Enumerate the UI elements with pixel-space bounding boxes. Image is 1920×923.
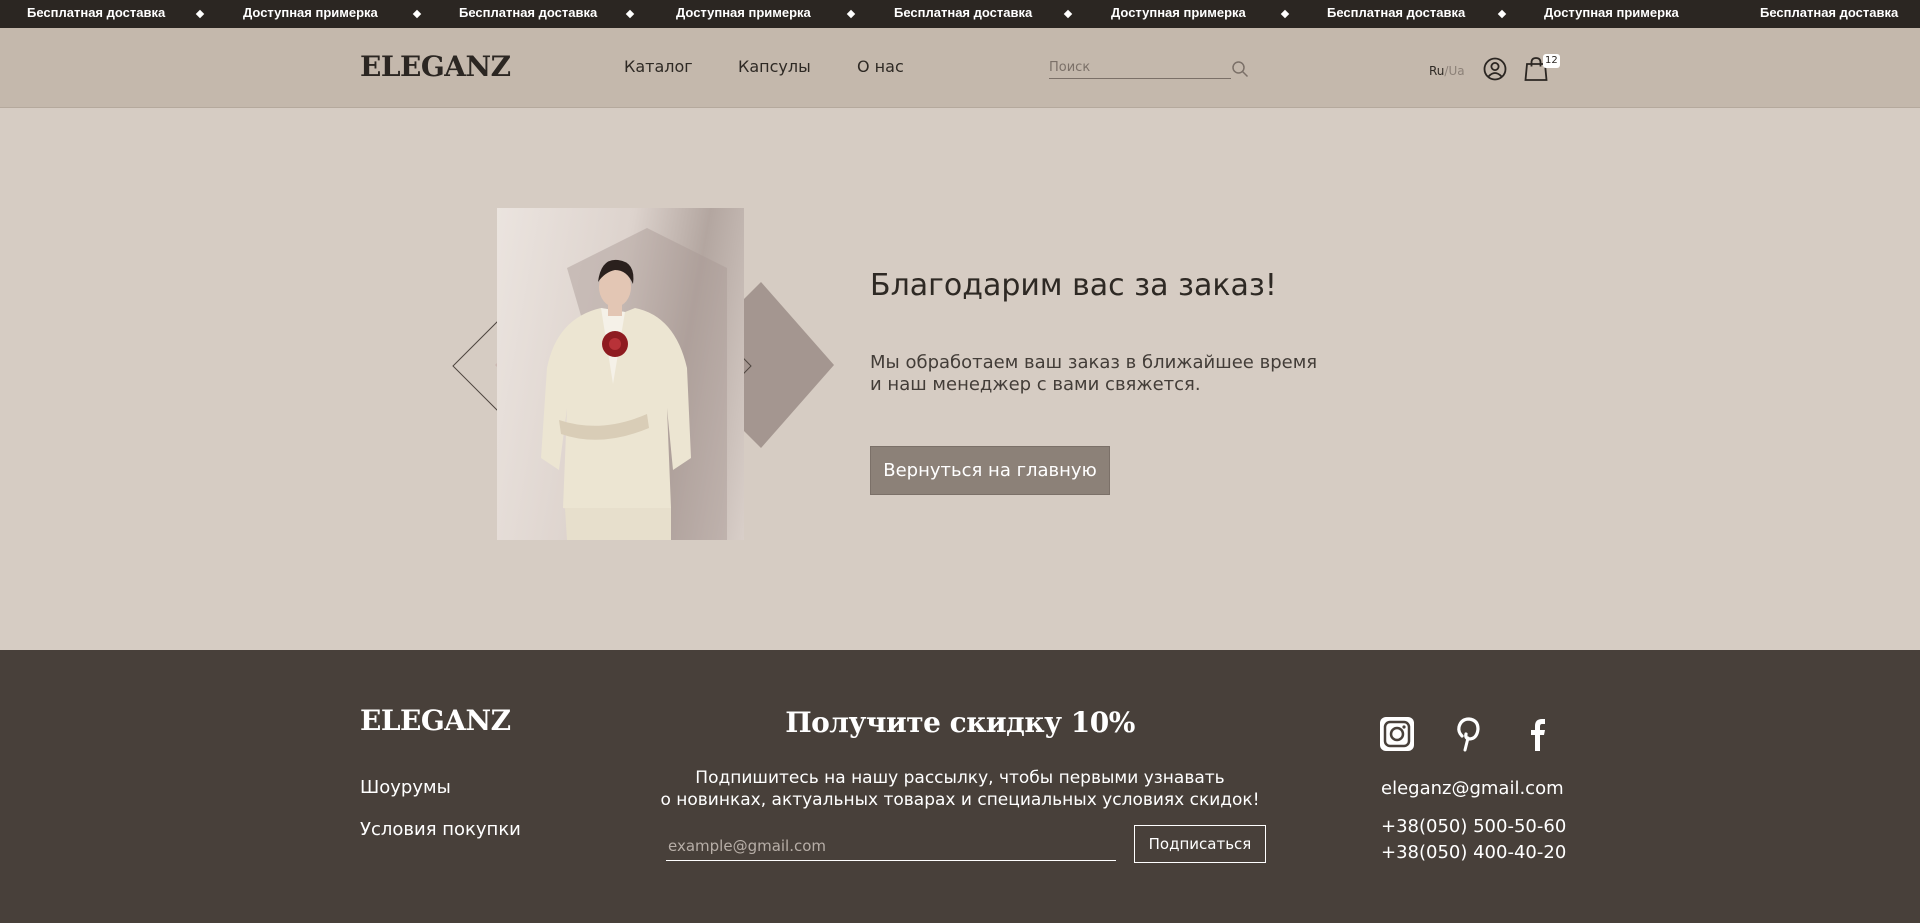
diamond-icon: [625, 9, 635, 19]
product-photo: [497, 208, 744, 540]
promo-item: Бесплатная доставка: [459, 5, 598, 20]
contact-phone[interactable]: +38(050) 400-40-20: [1381, 842, 1566, 863]
site-header: ELEGANZ Каталог Капсулы О нас Ru/Ua 12: [0, 28, 1920, 108]
diamond-icon: [1497, 9, 1507, 19]
promo-item: Бесплатная доставка: [27, 5, 166, 20]
language-switcher: Ru/Ua: [1429, 64, 1465, 78]
newsletter-title: Получите скидку 10%: [785, 706, 1135, 739]
facebook-icon[interactable]: [1520, 716, 1556, 752]
footer-logo[interactable]: ELEGANZ: [360, 704, 511, 737]
diamond-icon: [1063, 9, 1073, 19]
promo-bar: Бесплатная доставка Доступная примерка Б…: [0, 0, 1920, 28]
promo-item: Доступная примерка: [243, 5, 378, 20]
diamond-icon: [412, 9, 422, 19]
thank-you-message: Мы обработаем ваш заказ в ближайшее врем…: [870, 352, 1318, 395]
contact-email[interactable]: eleganz@gmail.com: [1381, 778, 1564, 799]
search-icon[interactable]: [1231, 60, 1249, 78]
nav-capsules[interactable]: Капсулы: [738, 57, 811, 76]
nav-about[interactable]: О нас: [857, 57, 904, 76]
back-to-home-button[interactable]: Вернуться на главную: [870, 446, 1110, 495]
newsletter-text: Подпишитесь на нашу рассылку, чтобы перв…: [660, 768, 1260, 810]
site-logo[interactable]: ELEGANZ: [360, 50, 511, 83]
contact-phone[interactable]: +38(050) 500-50-60: [1381, 816, 1566, 837]
cart-count-badge: 12: [1543, 54, 1560, 68]
promo-item: Доступная примерка: [676, 5, 811, 20]
newsletter-email-input[interactable]: [666, 831, 1116, 861]
instagram-icon[interactable]: [1379, 716, 1415, 752]
site-footer: ELEGANZ Шоурумы Условия покупки Получите…: [0, 650, 1920, 923]
diamond-icon: [195, 9, 205, 19]
search-input[interactable]: [1049, 57, 1231, 79]
promo-item: Бесплатная доставка: [894, 5, 1033, 20]
diamond-icon: [1280, 9, 1290, 19]
promo-item: Бесплатная доставка: [1760, 5, 1899, 20]
pinterest-icon[interactable]: [1449, 716, 1485, 752]
nav-catalog[interactable]: Каталог: [624, 57, 693, 76]
subscribe-button[interactable]: Подписаться: [1134, 825, 1266, 863]
promo-item: Доступная примерка: [1544, 5, 1679, 20]
footer-link-showrooms[interactable]: Шоурумы: [360, 777, 451, 798]
thank-you-title: Благодарим вас за заказ!: [870, 268, 1277, 303]
footer-link-terms[interactable]: Условия покупки: [360, 819, 521, 840]
diamond-icon: [846, 9, 856, 19]
lang-ru[interactable]: Ru: [1429, 64, 1444, 78]
lang-ua[interactable]: Ua: [1448, 64, 1464, 78]
promo-item: Бесплатная доставка: [1327, 5, 1466, 20]
promo-item: Доступная примерка: [1111, 5, 1246, 20]
user-icon[interactable]: [1483, 57, 1507, 81]
